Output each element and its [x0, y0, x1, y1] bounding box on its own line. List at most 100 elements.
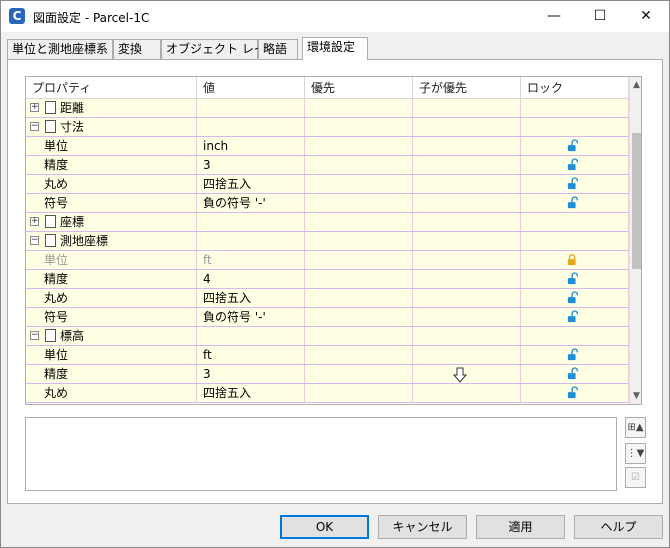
collapse-icon[interactable]: − — [30, 236, 39, 245]
description-box — [25, 417, 617, 491]
value-cell[interactable]: 負の符号 '-' — [197, 194, 305, 212]
override-cell — [305, 308, 413, 326]
property-row[interactable]: 精度 3 — [26, 365, 629, 384]
scroll-thumb[interactable] — [632, 133, 641, 269]
child-override-cell — [413, 270, 521, 288]
maximize-button[interactable]: ☐ — [577, 1, 623, 32]
tab-units-zone[interactable]: 単位と測地座標系 — [7, 39, 113, 59]
value-cell — [197, 232, 305, 250]
value-cell[interactable]: ft — [197, 251, 305, 269]
category-row[interactable]: + 距離 — [26, 99, 629, 118]
property-row[interactable]: 符号 負の符号 '-' — [26, 194, 629, 213]
property-row[interactable]: 単位 ft — [26, 251, 629, 270]
page-icon — [45, 215, 56, 228]
close-button[interactable]: ✕ — [623, 1, 669, 32]
value-cell[interactable]: 四捨五入 — [197, 175, 305, 193]
tab-object-layers[interactable]: オブジェクト レイヤ — [161, 39, 277, 59]
property-row[interactable]: 符号 負の符号 '-' — [26, 308, 629, 327]
property-cell: − 標高 — [26, 327, 197, 345]
category-row[interactable]: − 標高 — [26, 327, 629, 346]
value-cell[interactable]: 3 — [197, 365, 305, 383]
override-cell — [305, 137, 413, 155]
override-cell — [305, 232, 413, 250]
vertical-scrollbar[interactable]: ▲ ▼ — [629, 77, 641, 404]
apply-button[interactable]: 適用 — [476, 515, 565, 539]
collapse-icon[interactable]: − — [30, 331, 39, 340]
value-cell[interactable]: 四捨五入 — [197, 289, 305, 307]
tab-abbreviations[interactable]: 略語 — [258, 39, 298, 59]
header-child-override[interactable]: 子が優先 — [413, 77, 521, 99]
expand-icon[interactable]: + — [30, 103, 39, 112]
minimize-button[interactable]: — — [531, 1, 577, 32]
property-cell: + 座標 — [26, 213, 197, 231]
override-cell — [305, 194, 413, 212]
value-cell — [197, 99, 305, 117]
scroll-down-arrow-icon[interactable]: ▼ — [630, 388, 641, 404]
collapse-icon[interactable]: − — [30, 122, 39, 131]
property-cell: 符号 — [26, 308, 197, 326]
property-row[interactable]: 精度 4 — [26, 270, 629, 289]
property-row[interactable]: 単位 ft — [26, 346, 629, 365]
lock-cell — [521, 384, 629, 402]
value-cell — [197, 213, 305, 231]
value-cell[interactable]: inch — [197, 137, 305, 155]
override-cell — [305, 346, 413, 364]
ok-button[interactable]: OK — [280, 515, 369, 539]
lock-cell — [521, 137, 629, 155]
check-icon[interactable]: ☑ — [625, 467, 646, 488]
property-label: 丸め — [44, 177, 69, 191]
header-value[interactable]: 値 — [197, 77, 305, 99]
category-row[interactable]: + 座標 — [26, 213, 629, 232]
value-cell[interactable]: 4 — [197, 270, 305, 288]
header-override[interactable]: 優先 — [305, 77, 413, 99]
category-row[interactable]: − 測地座標 — [26, 232, 629, 251]
scroll-up-arrow-icon[interactable]: ▲ — [630, 77, 641, 93]
lock-cell — [521, 308, 629, 326]
property-label: 精度 — [44, 272, 69, 286]
header-lock[interactable]: ロック — [521, 77, 629, 99]
child-override-cell — [413, 175, 521, 193]
override-cell — [305, 156, 413, 174]
override-cell — [305, 289, 413, 307]
expand-all-icon[interactable]: ⊞▲ — [625, 417, 646, 438]
property-row[interactable]: 丸め 四捨五入 — [26, 289, 629, 308]
category-row[interactable]: − 寸法 — [26, 118, 629, 137]
tab-transformation[interactable]: 変換 — [113, 39, 161, 59]
property-cell: 単位 — [26, 346, 197, 364]
child-override-cell — [413, 232, 521, 250]
property-label: 丸め — [44, 291, 69, 305]
value-cell[interactable]: 3 — [197, 156, 305, 174]
property-row[interactable]: 精度 3 — [26, 156, 629, 175]
header-property[interactable]: プロパティ — [26, 77, 197, 99]
override-cell — [305, 270, 413, 288]
child-override-cell — [413, 137, 521, 155]
property-label: 単位 — [44, 253, 69, 267]
cancel-button[interactable]: キャンセル — [378, 515, 467, 539]
value-cell[interactable]: 負の符号 '-' — [197, 308, 305, 326]
property-row[interactable]: 丸め 四捨五入 — [26, 384, 629, 403]
category-label: 標高 — [60, 329, 85, 343]
collapse-all-icon[interactable]: ⋮▼ — [625, 443, 646, 464]
child-override-cell — [413, 213, 521, 231]
page-icon — [45, 329, 56, 342]
property-cell: + 距離 — [26, 99, 197, 117]
lock-cell — [521, 365, 629, 383]
lock-cell — [521, 327, 629, 345]
expand-icon[interactable]: + — [30, 217, 39, 226]
child-override-cell — [413, 118, 521, 136]
value-cell[interactable]: ft — [197, 346, 305, 364]
category-label: 座標 — [60, 215, 85, 229]
property-cell: − 測地座標 — [26, 232, 197, 250]
lock-cell — [521, 118, 629, 136]
help-button[interactable]: ヘルプ — [574, 515, 663, 539]
tab-ambient-settings[interactable]: 環境設定 — [302, 37, 368, 60]
property-cell: 丸め — [26, 289, 197, 307]
property-cell: 精度 — [26, 365, 197, 383]
property-cell: 精度 — [26, 270, 197, 288]
property-row[interactable]: 単位 inch — [26, 137, 629, 156]
property-row[interactable]: 丸め 四捨五入 — [26, 175, 629, 194]
value-cell[interactable]: 四捨五入 — [197, 384, 305, 402]
override-cell — [305, 384, 413, 402]
lock-cell — [521, 346, 629, 364]
lock-cell — [521, 175, 629, 193]
